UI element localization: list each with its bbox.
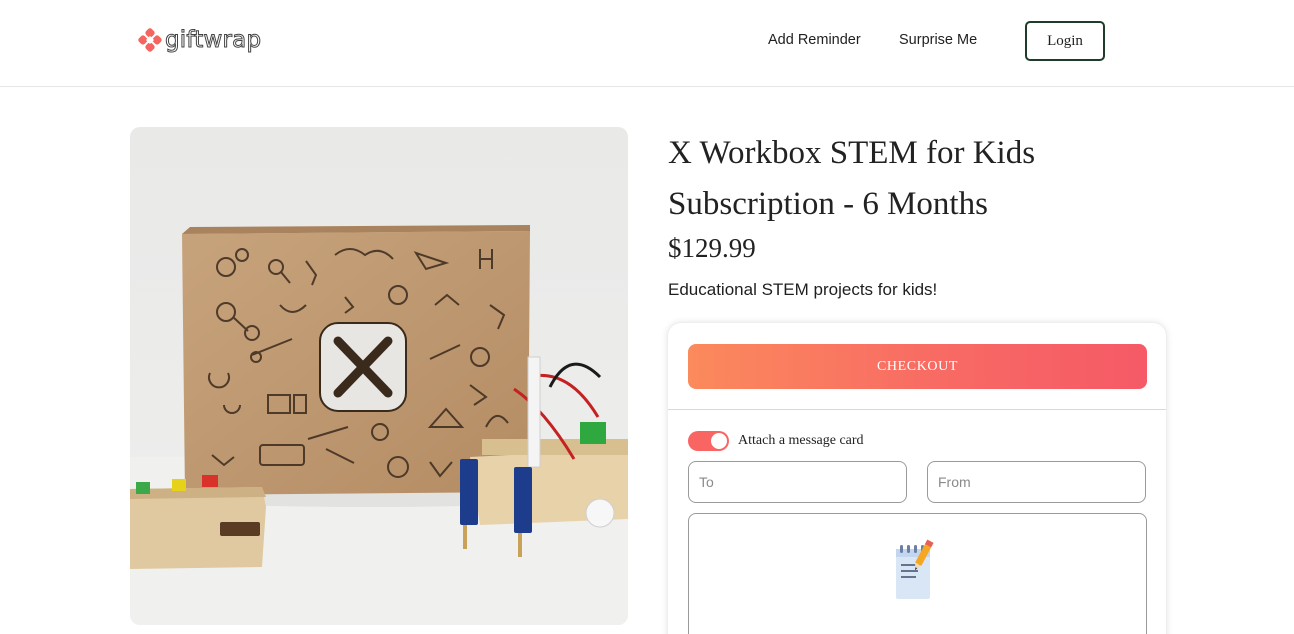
product-tagline: Educational STEM projects for kids!	[668, 280, 938, 299]
product-price: $129.99	[668, 233, 756, 263]
message-card-toggle[interactable]	[688, 431, 729, 451]
checkout-card: CHECKOUT Attach a message card	[667, 322, 1167, 634]
card-divider	[668, 409, 1166, 410]
product-image	[130, 127, 628, 625]
checkout-button[interactable]: CHECKOUT	[688, 344, 1147, 389]
stem-box-illustration	[130, 225, 628, 625]
from-field[interactable]	[927, 461, 1146, 503]
logo-mark-icon	[138, 28, 162, 52]
nav-add-reminder[interactable]: Add Reminder	[768, 32, 861, 48]
logo-wordmark: giftwrap	[164, 27, 262, 54]
message-textarea[interactable]	[688, 513, 1147, 634]
nav-surprise-me[interactable]: Surprise Me	[899, 32, 977, 48]
giftwrap-logo[interactable]: giftwrap	[138, 27, 262, 54]
login-button[interactable]: Login	[1025, 21, 1105, 61]
notepad-pencil-icon	[896, 539, 934, 599]
message-card-label: Attach a message card	[738, 433, 864, 448]
toggle-knob	[711, 433, 727, 449]
site-header: giftwrap Add Reminder Surprise Me Login	[0, 0, 1294, 87]
product-title: X Workbox STEM for Kids Subscription - 6…	[668, 135, 1036, 222]
to-field[interactable]	[688, 461, 907, 503]
